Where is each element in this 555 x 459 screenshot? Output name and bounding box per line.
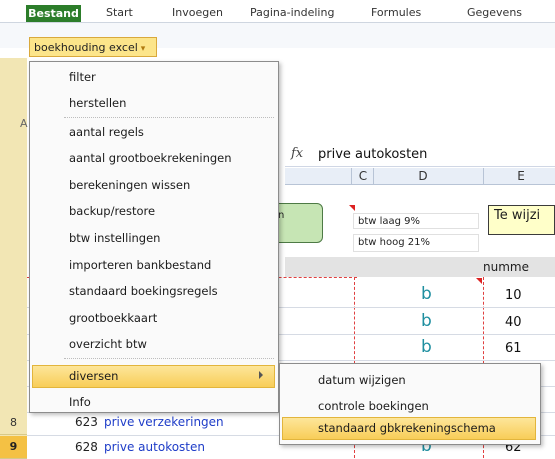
row-header-8[interactable]: 8 [0, 412, 27, 435]
column-separator [483, 168, 484, 184]
menu-item-herstellen[interactable]: herstellen [69, 96, 126, 110]
te-wijzigen-box[interactable]: Te wijzi [488, 205, 555, 235]
row-label[interactable]: prive verzekeringen [104, 415, 224, 429]
menu-separator [64, 358, 274, 359]
fx-icon[interactable]: fx [291, 146, 303, 161]
menu-item-aantal-grootboekrekeningen[interactable]: aantal grootboekrekeningen [69, 151, 232, 165]
menu-separator [64, 117, 274, 118]
cell-b[interactable]: b [421, 284, 432, 304]
addin-label: boekhouding excel [34, 41, 138, 54]
tab-formules[interactable]: Formules [371, 6, 421, 19]
tab-invoegen[interactable]: Invoegen [172, 6, 223, 19]
menu-item-grootboekkaart[interactable]: grootboekkaart [69, 311, 157, 325]
chevron-right-icon [259, 371, 263, 379]
tab-bestand[interactable]: Bestand [26, 5, 81, 22]
submenu-item-datum-wijzigen[interactable]: datum wijzigen [318, 373, 406, 387]
row-code[interactable]: 628 [75, 440, 98, 454]
column-headers: C D E [285, 168, 555, 185]
diversen-submenu: datum wijzigen controle boekingen standa… [279, 363, 541, 445]
menu-item-importeren-bankbestand[interactable]: importeren bankbestand [69, 258, 211, 272]
row-header-9[interactable]: 9 [0, 436, 27, 459]
submenu-item-label[interactable]: standaard gbkrekeningschema [318, 421, 496, 435]
header-row: numme [285, 257, 555, 277]
tab-gegevens[interactable]: Gegevens [467, 6, 522, 19]
column-separator [373, 168, 374, 184]
cell-number[interactable]: 61 [505, 341, 522, 356]
name-box-fragment: A [20, 117, 28, 130]
boekhouding-menu: filter herstellen aantal regels aantal g… [29, 61, 279, 413]
row-label[interactable]: prive autokosten [104, 440, 205, 454]
menu-item-berekeningen-wissen[interactable]: berekeningen wissen [69, 178, 190, 192]
comment-indicator-icon [349, 205, 355, 211]
tab-start[interactable]: Start [106, 6, 133, 19]
menu-item-backup-restore[interactable]: backup/restore [69, 204, 155, 218]
menu-item-overzicht-btw[interactable]: overzicht btw [69, 337, 147, 351]
tab-pagina-indeling[interactable]: Pagina-indeling [250, 6, 334, 19]
boekhouding-excel-dropdown[interactable]: boekhouding excel ▾ [29, 37, 157, 57]
comment-indicator-icon [476, 278, 482, 284]
menu-item-btw-instellingen[interactable]: btw instellingen [69, 231, 160, 245]
menu-item-filter[interactable]: filter [69, 70, 96, 84]
formula-content[interactable]: prive autokosten [318, 147, 427, 162]
ribbon-tab-bar: Bestand Start Invoegen Pagina-indeling F… [0, 0, 555, 22]
note-btw-hoog: btw hoog 21% [353, 234, 479, 252]
chevron-down-icon: ▾ [140, 44, 146, 54]
column-separator [351, 168, 352, 184]
column-header-d[interactable]: D [415, 169, 431, 183]
menu-item-info[interactable]: Info [69, 395, 91, 409]
menu-item-diversen-label[interactable]: diversen [69, 369, 118, 383]
header-cell-nummer: numme [483, 260, 529, 274]
cell-number[interactable]: 40 [505, 315, 522, 330]
row-code[interactable]: 623 [75, 415, 98, 429]
cell-b[interactable]: b [421, 337, 432, 357]
cell-b[interactable]: b [421, 311, 432, 331]
submenu-item-controle-boekingen[interactable]: controle boekingen [318, 399, 429, 413]
column-header-c[interactable]: C [355, 169, 371, 183]
menu-item-aantal-regels[interactable]: aantal regels [69, 125, 144, 139]
menu-item-standaard-boekingsregels[interactable]: standaard boekingsregels [69, 284, 218, 298]
formula-bar[interactable]: fx prive autokosten [285, 144, 555, 167]
cell-number[interactable]: 10 [505, 288, 522, 303]
note-btw-laag: btw laag 9% [353, 213, 479, 229]
column-header-e[interactable]: E [513, 169, 529, 183]
